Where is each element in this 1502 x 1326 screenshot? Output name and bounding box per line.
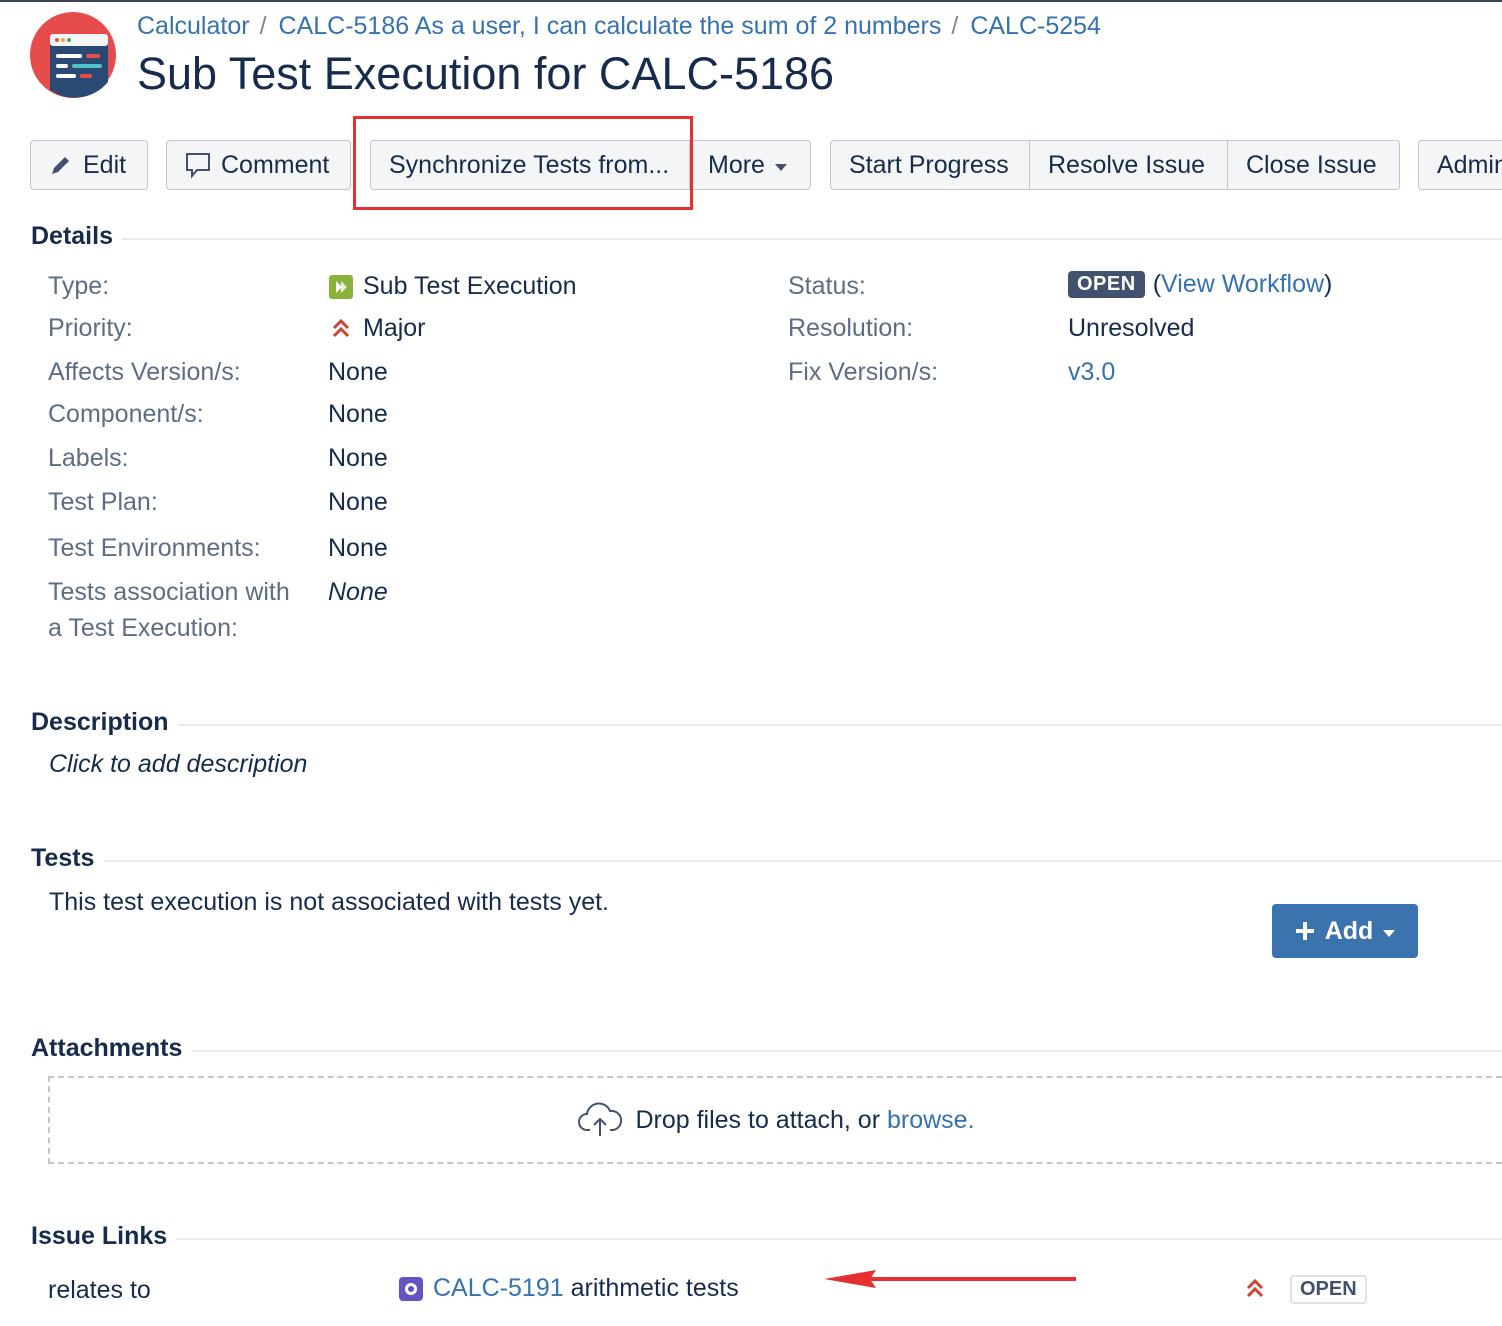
type-value: Sub Test Execution — [328, 272, 577, 301]
comment-icon — [186, 153, 210, 179]
status-value: OPEN (View Workflow) — [1068, 270, 1332, 299]
description-placeholder[interactable]: Click to add description — [49, 750, 307, 779]
view-workflow-link[interactable]: View Workflow — [1161, 270, 1324, 299]
attachments-heading: Attachments — [31, 1034, 183, 1062]
view-workflow-paren-open: ( — [1152, 270, 1162, 298]
resolution-value: Unresolved — [1068, 314, 1195, 342]
components-label: Component/s: — [48, 400, 204, 428]
test-environments-value: None — [328, 534, 388, 562]
resolution-label: Resolution: — [788, 314, 914, 342]
affects-version-value: None — [328, 358, 388, 386]
resolve-issue-button[interactable]: Resolve Issue — [1029, 140, 1228, 190]
details-heading: Details — [31, 222, 113, 250]
tests-association-label-line1: Tests association with — [48, 578, 290, 606]
close-issue-button[interactable]: Close Issue — [1227, 140, 1400, 190]
status-label: Status: — [788, 272, 866, 300]
project-avatar-icon[interactable] — [30, 12, 116, 98]
start-progress-label: Start Progress — [849, 150, 1009, 179]
drop-files-text: Drop files to attach, or — [635, 1105, 887, 1134]
linked-issue-status: OPEN — [1290, 1275, 1367, 1304]
test-plan-value: None — [328, 488, 388, 516]
breadcrumb-separator: / — [951, 12, 959, 40]
breadcrumb-separator: / — [259, 12, 267, 40]
admin-button-label: Admin — [1437, 150, 1502, 179]
sub-test-execution-icon — [329, 274, 353, 299]
highlight-box — [353, 116, 693, 210]
breadcrumb-issue-link[interactable]: CALC-5254 — [970, 12, 1101, 40]
breadcrumb: Calculator / CALC-5186 As a user, I can ca… — [137, 12, 1101, 41]
view-workflow-paren-close: ) — [1324, 270, 1333, 298]
tests-association-label-line2: a Test Execution: — [48, 614, 238, 642]
type-value-text: Sub Test Execution — [363, 272, 577, 300]
affects-version-label: Affects Version/s: — [48, 358, 241, 386]
attachments-divider — [192, 1050, 1502, 1052]
priority-major-icon — [332, 318, 350, 337]
start-progress-button[interactable]: Start Progress — [830, 140, 1030, 190]
type-label: Type: — [48, 272, 110, 300]
pencil-icon — [52, 157, 69, 174]
page-title: Sub Test Execution for CALC-5186 — [137, 48, 835, 99]
cloud-upload-icon — [578, 1102, 623, 1136]
link-relation-label: relates to — [48, 1276, 151, 1304]
top-border — [0, 0, 1502, 2]
description-heading: Description — [31, 708, 169, 736]
add-tests-label: Add — [1324, 916, 1374, 945]
add-tests-button[interactable]: Add — [1272, 904, 1418, 958]
labels-label: Labels: — [48, 444, 129, 472]
chevron-down-icon — [1383, 929, 1396, 937]
close-issue-label: Close Issue — [1246, 150, 1377, 179]
more-button-label: More — [708, 150, 765, 179]
tests-divider — [104, 860, 1502, 862]
browse-link[interactable]: browse. — [887, 1106, 975, 1135]
components-value: None — [328, 400, 388, 428]
description-divider — [178, 724, 1502, 726]
breadcrumb-parent-link[interactable]: CALC-5186 As a user, I can calculate the… — [279, 12, 942, 40]
labels-value: None — [328, 444, 388, 472]
test-plan-label: Test Plan: — [48, 488, 158, 516]
edit-button[interactable]: Edit — [30, 140, 148, 190]
priority-value-text: Major — [363, 314, 426, 342]
comment-button[interactable]: Comment — [166, 140, 351, 190]
attachments-dropzone[interactable]: Drop files to attach, or browse. — [48, 1076, 1502, 1164]
issue-links-divider — [176, 1238, 1502, 1240]
tests-association-value: None — [328, 578, 388, 606]
tests-heading: Tests — [31, 844, 95, 872]
fix-version-label: Fix Version/s: — [788, 358, 939, 386]
test-environments-label: Test Environments: — [48, 534, 261, 562]
breadcrumb-project-link[interactable]: Calculator — [137, 12, 250, 40]
plus-icon — [1295, 922, 1314, 940]
issue-links-heading: Issue Links — [31, 1222, 168, 1250]
status-lozenge: OPEN — [1068, 271, 1145, 298]
admin-button[interactable]: Admin — [1418, 140, 1502, 190]
red-arrow-annotation — [824, 1270, 1076, 1288]
test-issue-icon — [399, 1276, 423, 1301]
chevron-down-icon — [774, 163, 787, 171]
details-divider — [122, 238, 1502, 240]
comment-button-label: Comment — [221, 150, 330, 179]
priority-label: Priority: — [48, 314, 133, 342]
resolve-issue-label: Resolve Issue — [1048, 150, 1206, 179]
linked-issue: CALC-5191 arithmetic tests — [398, 1274, 739, 1303]
edit-button-label: Edit — [83, 150, 127, 179]
linked-issue-summary[interactable]: arithmetic tests — [571, 1274, 739, 1303]
priority-major-icon — [1246, 1278, 1264, 1298]
fix-version-link[interactable]: v3.0 — [1068, 358, 1115, 387]
linked-issue-key[interactable]: CALC-5191 — [433, 1274, 564, 1303]
priority-value: Major — [328, 314, 426, 343]
tests-empty-text: This test execution is not associated wi… — [49, 888, 609, 916]
more-button[interactable]: More — [689, 140, 811, 190]
